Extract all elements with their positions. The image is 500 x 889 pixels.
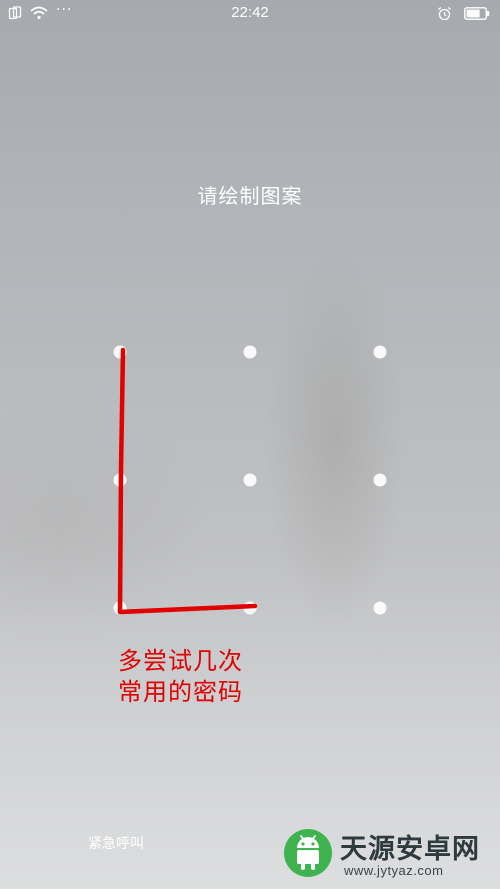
watermark-title: 天源安卓网	[340, 834, 480, 865]
annotation-line-2: 常用的密码	[118, 678, 243, 706]
emergency-call-button[interactable]: 紧急呼叫	[88, 833, 144, 853]
lock-screen: ··· 22:42 请绘制图案 多尝试几次 常用的密码 紧急呼叫 天源安卓网 w…	[0, 0, 500, 889]
android-logo-icon	[282, 827, 334, 879]
annotation-pattern-lines	[117, 347, 258, 615]
annotation-line-1: 多尝试几次	[118, 647, 243, 675]
watermark-url: www.jytyaz.com	[344, 863, 444, 878]
annotation-text: 多尝试几次 常用的密码	[118, 646, 243, 708]
watermark: 天源安卓网 www.jytyaz.com	[282, 825, 492, 883]
